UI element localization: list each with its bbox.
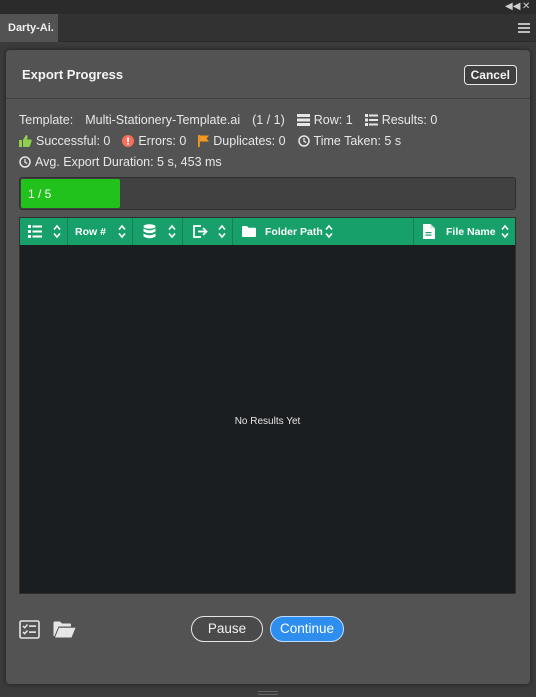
clock-icon xyxy=(19,156,31,168)
column-header-status[interactable] xyxy=(20,218,68,245)
avg-duration-line: Avg. Export Duration: 5 s, 453 ms xyxy=(19,155,222,169)
export-icon xyxy=(193,225,208,238)
list-icon xyxy=(28,225,42,238)
template-label: Template: xyxy=(19,113,74,127)
database-icon xyxy=(143,224,156,239)
continue-button[interactable]: Continue xyxy=(270,616,344,642)
panel-tab[interactable]: Darty-Ai. xyxy=(0,14,58,42)
folder-icon xyxy=(242,226,256,237)
results-count: Results: 0 xyxy=(381,113,438,127)
progress-label: 1 / 5 xyxy=(28,187,52,201)
file-icon xyxy=(423,224,435,239)
status-counts-line: Successful: 0 Errors: 0 Duplicates: 0 Ti… xyxy=(19,134,401,148)
collapse-panel-icon[interactable]: ◀◀ xyxy=(505,1,520,13)
column-header-data[interactable] xyxy=(133,218,183,245)
column-label-file-name: File Name xyxy=(446,226,496,238)
errors-count: Errors: 0 xyxy=(138,134,187,148)
open-folder-icon[interactable] xyxy=(53,621,76,638)
sort-icon[interactable] xyxy=(218,224,226,239)
sort-icon[interactable] xyxy=(325,224,333,239)
resize-grip[interactable] xyxy=(258,691,278,695)
sort-icon[interactable] xyxy=(53,224,61,239)
results-list-icon xyxy=(364,114,378,126)
panel-top-strip: ◀◀ ✕ xyxy=(0,0,536,14)
row-icon xyxy=(296,114,310,126)
thumbs-up-icon xyxy=(19,135,32,147)
dialog-title: Export Progress xyxy=(22,67,124,82)
title-divider xyxy=(6,98,530,99)
template-name: Multi-Stationery-Template.ai xyxy=(85,113,241,127)
pause-button[interactable]: Pause xyxy=(191,616,263,642)
template-count: (1 / 1) xyxy=(252,113,285,127)
avg-export-duration: Avg. Export Duration: 5 s, 453 ms xyxy=(35,155,222,169)
column-label-row: Row # xyxy=(75,226,106,238)
column-header-row[interactable]: Row # xyxy=(68,218,133,245)
cancel-button[interactable]: Cancel xyxy=(463,65,517,85)
row-count: Row: 1 xyxy=(313,113,353,127)
panel-tab-bar: Darty-Ai. xyxy=(0,14,536,42)
close-panel-icon[interactable]: ✕ xyxy=(522,1,530,13)
time-taken: Time Taken: 5 s xyxy=(313,134,402,148)
column-header-export[interactable] xyxy=(183,218,233,245)
template-info-line: Template: Multi-Stationery-Template.ai (… xyxy=(19,113,437,127)
error-icon xyxy=(122,135,135,147)
clock-icon xyxy=(297,135,310,147)
export-progress-bar: 1 / 5 xyxy=(19,177,516,210)
sort-icon[interactable] xyxy=(168,224,176,239)
panel-menu-icon[interactable] xyxy=(518,23,530,35)
sort-icon[interactable] xyxy=(501,224,509,239)
table-header: Row # Folder Path File Name xyxy=(20,218,515,245)
results-table: Row # Folder Path File Name No Results Y… xyxy=(19,217,516,594)
column-label-folder-path: Folder Path xyxy=(265,226,323,238)
empty-results-message: No Results Yet xyxy=(234,416,301,427)
flag-icon xyxy=(198,135,210,147)
duplicates-count: Duplicates: 0 xyxy=(213,134,286,148)
column-header-file-name[interactable]: File Name xyxy=(414,218,515,245)
successful-count: Successful: 0 xyxy=(36,134,111,148)
sort-icon[interactable] xyxy=(118,224,126,239)
column-header-folder-path[interactable]: Folder Path xyxy=(233,218,414,245)
export-progress-dialog: Export Progress Cancel Template: Multi-S… xyxy=(6,50,530,684)
checklist-icon[interactable] xyxy=(19,620,40,639)
